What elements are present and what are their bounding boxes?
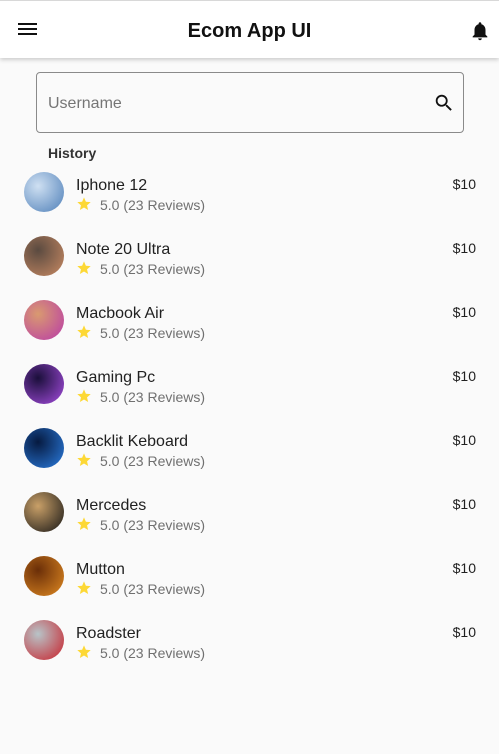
page-title: Ecom App UI xyxy=(187,20,312,42)
product-thumbnail xyxy=(24,620,64,660)
product-name: Note 20 Ultra xyxy=(76,241,171,258)
star-icon xyxy=(76,644,92,660)
star-icon xyxy=(76,324,92,340)
product-thumbnail xyxy=(24,492,64,532)
star-icon xyxy=(76,452,92,468)
star-icon xyxy=(76,580,92,596)
rating-text: 5.0 (23 Reviews) xyxy=(100,645,206,661)
product-name: Mercedes xyxy=(76,497,147,514)
product-thumbnail xyxy=(24,300,64,340)
product-name: Roadster xyxy=(76,625,141,642)
product-name: Iphone 12 xyxy=(76,177,148,194)
product-price: $10 xyxy=(452,624,476,640)
product-thumbnail xyxy=(24,428,64,468)
list-item[interactable]: Mercedes 5.0 (23 Reviews) $10 xyxy=(0,486,499,550)
history-list: Iphone 12 5.0 (23 Reviews) $10 Note 20 Ultr… xyxy=(0,166,499,678)
list-item[interactable]: Iphone 12 5.0 (23 Reviews) $10 xyxy=(0,166,499,230)
rating-text: 5.0 (23 Reviews) xyxy=(100,325,206,341)
star-icon xyxy=(76,388,92,404)
product-name: Macbook Air xyxy=(76,305,165,322)
product-name: Gaming Pc xyxy=(76,369,156,386)
search-icon[interactable] xyxy=(433,92,455,114)
product-price: $10 xyxy=(452,240,476,256)
search-input[interactable] xyxy=(48,91,418,117)
product-price: $10 xyxy=(452,432,476,448)
product-thumbnail xyxy=(24,364,64,404)
list-item[interactable]: Note 20 Ultra 5.0 (23 Reviews) $10 xyxy=(0,230,499,294)
product-price: $10 xyxy=(452,496,476,512)
rating-text: 5.0 (23 Reviews) xyxy=(100,261,206,277)
product-price: $10 xyxy=(452,304,476,320)
star-icon xyxy=(76,516,92,532)
star-icon xyxy=(76,260,92,276)
list-item[interactable]: Backlit Keboard 5.0 (23 Reviews) $10 xyxy=(0,422,499,486)
app-bar: Ecom App UI xyxy=(0,0,499,58)
rating-text: 5.0 (23 Reviews) xyxy=(100,517,206,533)
rating-text: 5.0 (23 Reviews) xyxy=(100,197,206,213)
product-thumbnail xyxy=(24,556,64,596)
list-item[interactable]: Macbook Air 5.0 (23 Reviews) $10 xyxy=(0,294,499,358)
search-field xyxy=(36,72,464,133)
product-thumbnail xyxy=(24,236,64,276)
list-item[interactable]: Gaming Pc 5.0 (23 Reviews) $10 xyxy=(0,358,499,422)
product-name: Mutton xyxy=(76,561,125,578)
product-name: Backlit Keboard xyxy=(76,433,189,450)
rating-text: 5.0 (23 Reviews) xyxy=(100,389,206,405)
history-label: History xyxy=(48,145,97,161)
list-item[interactable]: Mutton 5.0 (23 Reviews) $10 xyxy=(0,550,499,614)
rating-text: 5.0 (23 Reviews) xyxy=(100,453,206,469)
list-item[interactable]: Roadster 5.0 (23 Reviews) $10 xyxy=(0,614,499,678)
bell-icon[interactable] xyxy=(469,20,491,42)
rating-text: 5.0 (23 Reviews) xyxy=(100,581,206,597)
product-price: $10 xyxy=(452,368,476,384)
product-price: $10 xyxy=(452,176,476,192)
product-thumbnail xyxy=(24,172,64,212)
star-icon xyxy=(76,196,92,212)
product-price: $10 xyxy=(452,560,476,576)
